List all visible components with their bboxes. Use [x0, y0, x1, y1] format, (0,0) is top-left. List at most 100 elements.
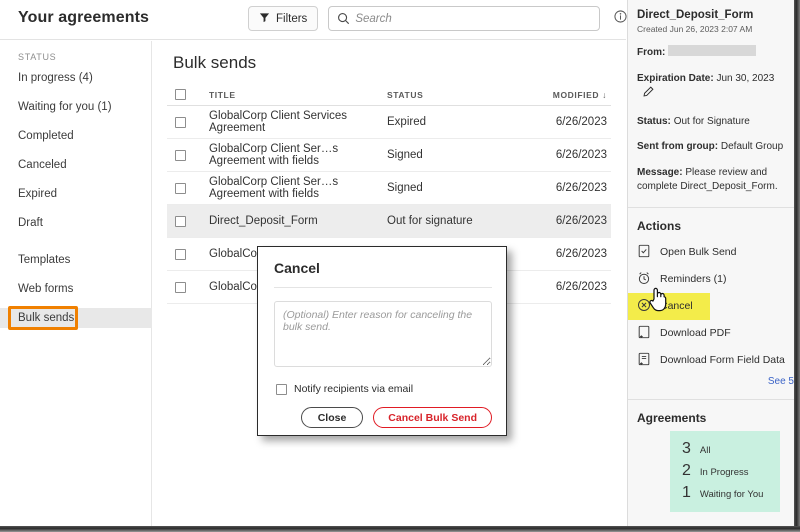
agreements-row-in-progress[interactable]: 2 In Progress	[670, 460, 780, 482]
table-row-selected[interactable]: Direct_Deposit_Form Out for signature 6/…	[167, 205, 611, 238]
row-title: GlobalCorp Client Ser…s Agreement with f…	[209, 176, 339, 200]
sidebar-item-expired[interactable]: Expired	[0, 184, 152, 204]
detail-from: From:	[637, 45, 785, 61]
cancel-circle-icon	[637, 298, 651, 315]
top-header: Your agreements Filters	[0, 0, 627, 40]
row-status: Out for signature	[387, 215, 473, 227]
notify-recipients-row[interactable]: Notify recipients via email	[276, 383, 413, 395]
agreements-summary-box: 3 All 2 In Progress 1 Waiting for You	[670, 430, 780, 512]
action-download-pdf[interactable]: Download PDF	[628, 320, 794, 347]
row-checkbox[interactable]	[175, 281, 186, 293]
edit-pencil-icon[interactable]	[642, 86, 654, 101]
agreements-label: Waiting for You	[699, 488, 764, 500]
table-row[interactable]: GlobalCorp Client Ser…s Agreement with f…	[167, 172, 611, 205]
agreements-row-all[interactable]: 3 All	[670, 438, 780, 460]
filters-button[interactable]: Filters	[248, 6, 319, 31]
actions-heading: Actions	[637, 218, 682, 233]
row-title: Direct_Deposit_Form	[209, 215, 318, 227]
column-header-modified[interactable]: MODIFIED ↓	[515, 90, 611, 100]
main-title: Bulk sends	[173, 53, 257, 72]
info-icon[interactable]	[614, 9, 627, 28]
filter-icon	[259, 12, 270, 26]
panel-divider	[628, 206, 794, 208]
action-label: Reminders (1)	[660, 273, 727, 285]
table-row[interactable]: GlobalCorp Client Ser…s Agreement with f…	[167, 139, 611, 172]
column-header-modified-label: MODIFIED	[552, 89, 600, 100]
row-checkbox-cell	[167, 215, 209, 227]
dialog-title: Cancel	[274, 260, 320, 276]
close-button[interactable]: Close	[300, 407, 364, 428]
sidebar-item-in-progress[interactable]: In progress (4)	[0, 68, 152, 88]
page-title: Your agreements	[18, 9, 150, 26]
document-details-section: Direct_Deposit_Form Created Jun 26, 2023…	[628, 9, 794, 195]
sidebar-item-label: Draft	[18, 217, 43, 229]
detail-from-label: From:	[637, 47, 666, 58]
cancel-bulk-send-button[interactable]: Cancel Bulk Send	[373, 407, 492, 428]
see-more-actions-link[interactable]: See 5	[628, 376, 794, 387]
action-cancel[interactable]: Cancel	[628, 292, 710, 320]
row-checkbox-cell	[167, 116, 209, 128]
column-header-status[interactable]: STATUS	[387, 90, 515, 100]
row-status: Signed	[387, 149, 423, 161]
select-all-checkbox-cell	[167, 89, 209, 100]
notify-recipients-label: Notify recipients via email	[294, 383, 414, 395]
sidebar-item-label: Waiting for you (1)	[18, 101, 112, 113]
action-open-bulk-send[interactable]: Open Bulk Send	[628, 239, 794, 266]
cancel-bulk-send-dialog: Cancel Notify recipients via email Close…	[257, 246, 507, 436]
sidebar-item-label: Bulk sends	[18, 312, 75, 324]
table-header-row: TITLE STATUS MODIFIED ↓	[167, 84, 611, 106]
dialog-divider	[274, 287, 492, 288]
row-modified: 6/26/2023	[555, 182, 607, 194]
agreements-row-waiting-for-you[interactable]: 1 Waiting for You	[670, 482, 780, 504]
cancel-reason-textarea[interactable]	[274, 301, 492, 367]
column-header-title[interactable]: TITLE	[209, 90, 387, 100]
notify-recipients-checkbox[interactable]	[276, 383, 287, 395]
sidebar-item-label: Web forms	[18, 283, 74, 295]
action-reminders[interactable]: Reminders (1)	[628, 266, 794, 293]
agreements-count: 1	[682, 483, 691, 501]
action-download-form-field-data[interactable]: Download Form Field Data	[628, 347, 794, 374]
row-modified: 6/26/2023	[555, 116, 607, 128]
sidebar-item-templates[interactable]: Templates	[0, 250, 152, 270]
row-modified: 6/26/2023	[555, 215, 607, 227]
sidebar-section-label: STATUS	[18, 52, 57, 62]
sort-descending-icon: ↓	[602, 89, 607, 100]
panel-divider	[628, 398, 794, 400]
sidebar-item-bulk-sends[interactable]: Bulk sends	[0, 308, 152, 328]
agreements-count: 2	[682, 461, 691, 479]
row-checkbox-cell	[167, 149, 209, 161]
window-frame-bottom	[0, 526, 800, 532]
detail-status-value: Out for Signature	[673, 115, 750, 127]
sidebar-item-draft[interactable]: Draft	[0, 213, 152, 233]
sidebar-item-web-forms[interactable]: Web forms	[0, 279, 152, 299]
row-checkbox[interactable]	[175, 215, 186, 227]
action-label: Download PDF	[660, 327, 731, 339]
row-checkbox[interactable]	[175, 149, 186, 161]
sidebar-item-completed[interactable]: Completed	[0, 126, 152, 146]
search-box[interactable]	[328, 6, 601, 31]
search-input[interactable]	[355, 7, 586, 30]
details-panel: Direct_Deposit_Form Created Jun 26, 2023…	[627, 0, 794, 532]
action-label: Open Bulk Send	[660, 246, 737, 258]
detail-message-label: Message:	[637, 166, 683, 178]
action-label: Cancel	[660, 300, 693, 312]
agreements-label: All	[699, 444, 711, 456]
select-all-checkbox[interactable]	[175, 89, 186, 100]
detail-status-label: Status:	[637, 115, 671, 127]
row-status: Expired	[387, 116, 426, 128]
sidebar-item-waiting-for-you[interactable]: Waiting for you (1)	[0, 97, 152, 117]
table-row[interactable]: GlobalCorp Client Services Agreement Exp…	[167, 106, 611, 139]
row-title: GlobalCorp Client Services Agreement	[209, 110, 348, 134]
dialog-buttons: Close Cancel Bulk Send	[300, 407, 492, 428]
row-checkbox[interactable]	[175, 182, 186, 194]
row-checkbox[interactable]	[175, 116, 186, 128]
agreements-label: In Progress	[699, 466, 749, 478]
detail-status: Status: Out for Signature	[637, 115, 785, 130]
sidebar-item-canceled[interactable]: Canceled	[0, 155, 152, 175]
detail-expiration-value: Jun 30, 2023	[716, 72, 775, 84]
agreements-heading: Agreements	[637, 410, 707, 425]
sidebar-item-label: Expired	[18, 188, 57, 200]
row-checkbox[interactable]	[175, 248, 186, 260]
detail-group-value: Default Group	[720, 141, 784, 152]
detail-group-label: Sent from group:	[637, 141, 719, 152]
